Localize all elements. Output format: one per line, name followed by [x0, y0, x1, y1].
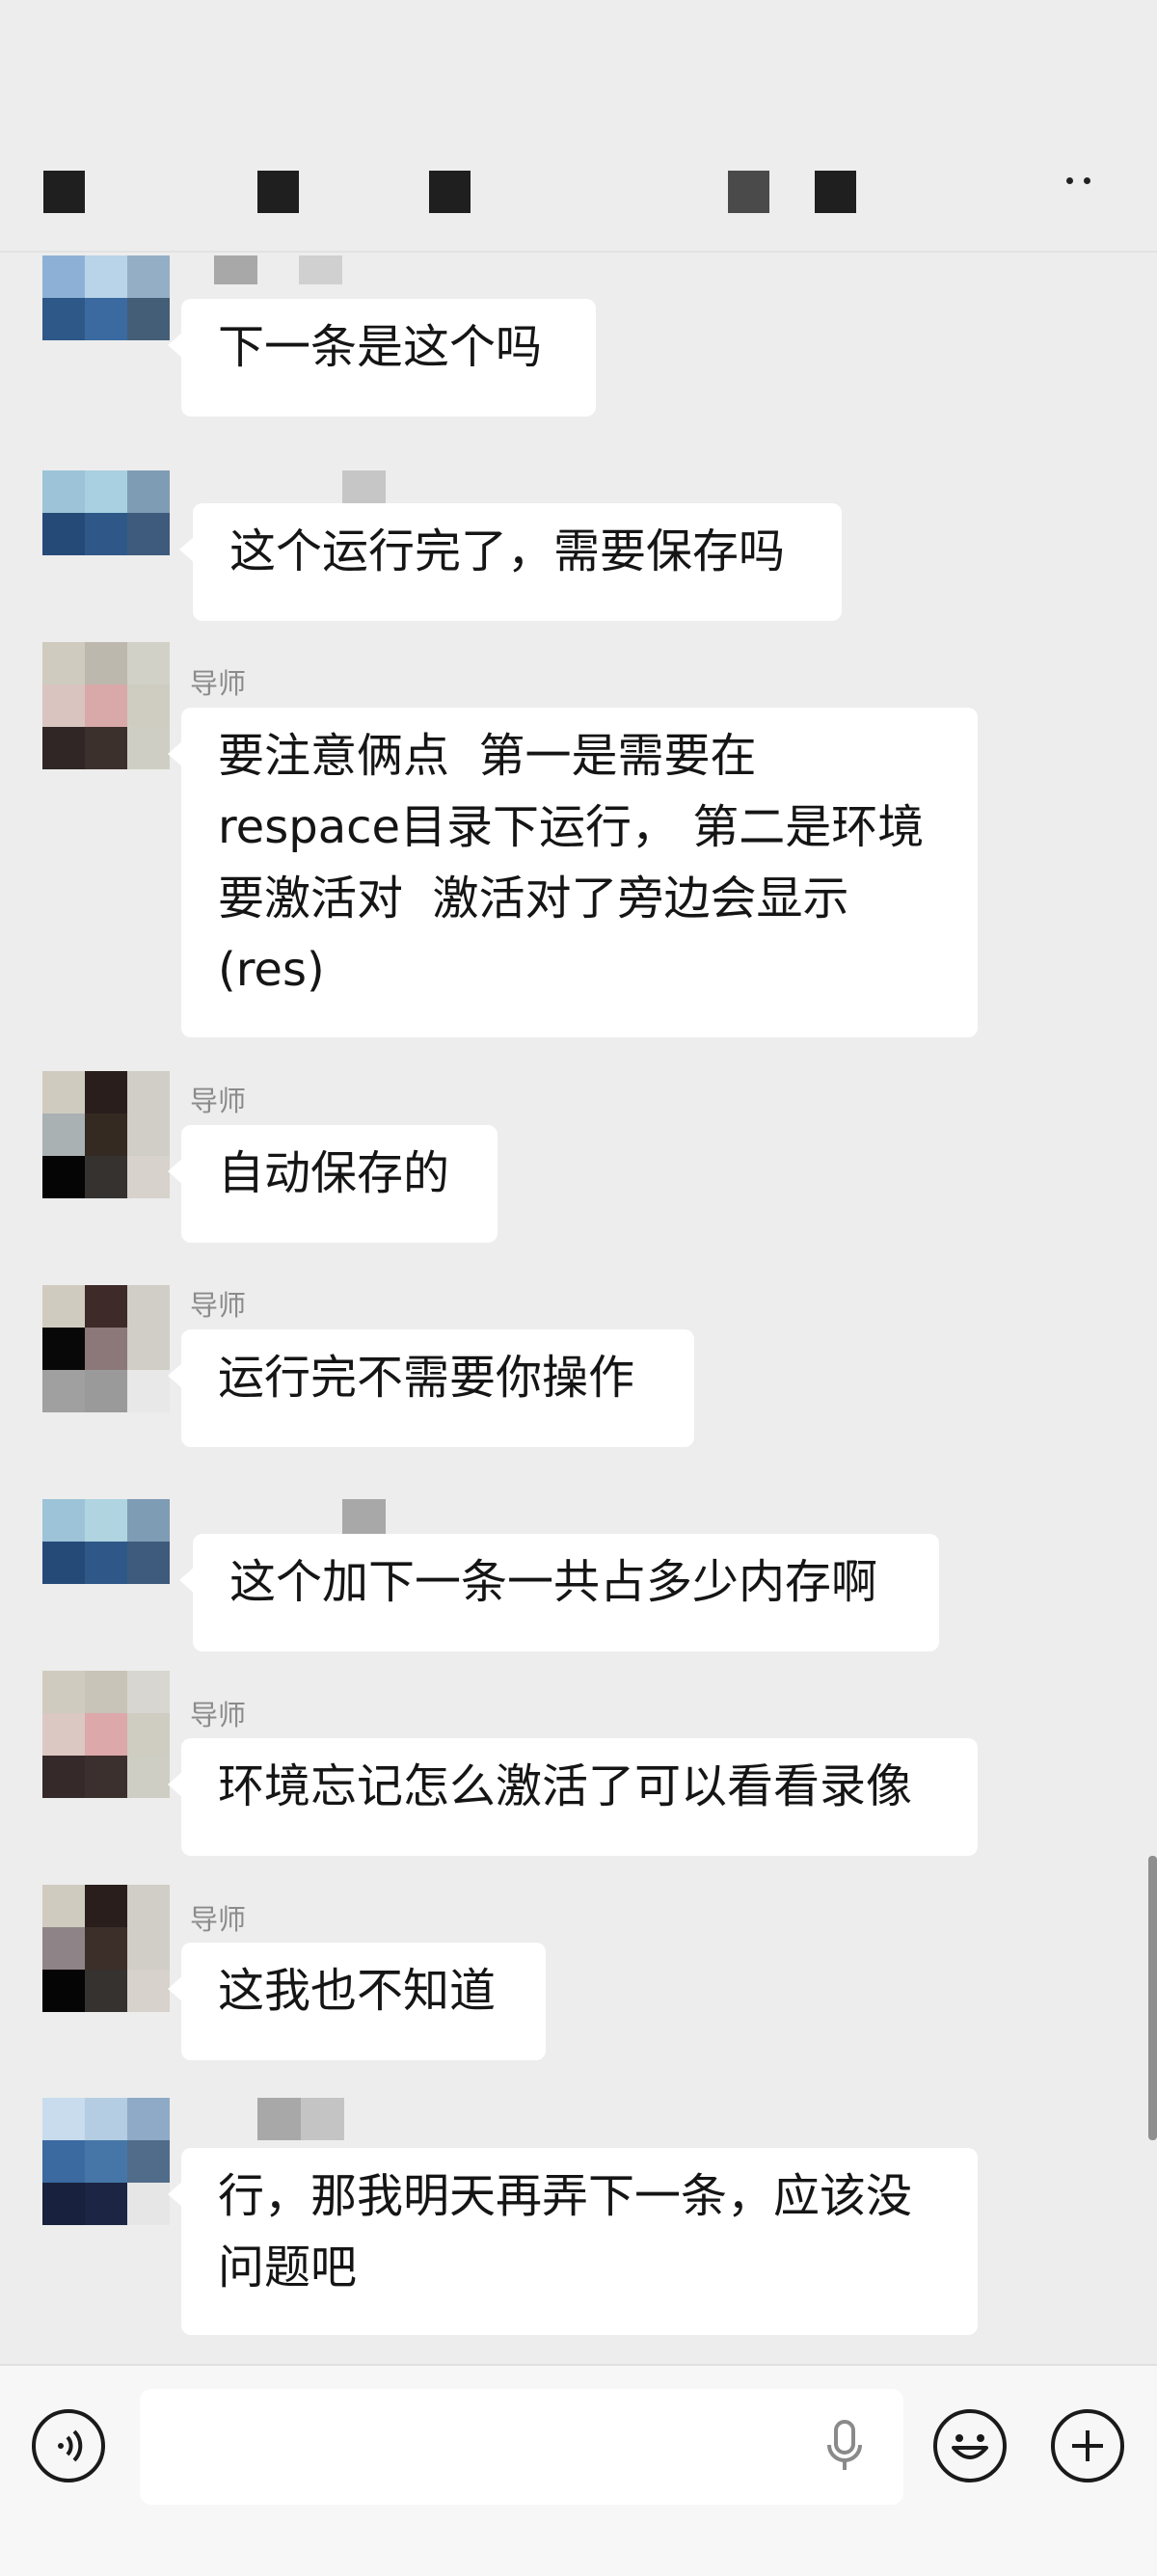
title-mask: [815, 171, 856, 213]
message-bubble[interactable]: 行，那我明天再弄下一条，应该没 问题吧: [168, 2148, 978, 2335]
title-mask: [43, 171, 85, 213]
message-bubble[interactable]: 这个运行完了，需要保存吗: [179, 503, 842, 621]
more-dots-icon[interactable]: [1063, 172, 1101, 191]
name-mask: [214, 255, 257, 284]
avatar[interactable]: [42, 2098, 172, 2227]
name-mask: [257, 2098, 301, 2140]
avatar[interactable]: [42, 470, 172, 557]
message-bubble[interactable]: 下一条是这个吗: [168, 299, 596, 416]
message-bubble[interactable]: 这我也不知道: [168, 1943, 546, 2060]
message-bubble[interactable]: 运行完不需要你操作: [168, 1329, 694, 1447]
avatar[interactable]: [42, 255, 172, 342]
message-bubble[interactable]: 环境忘记怎么激活了可以看看录像: [168, 1738, 978, 1856]
avatar[interactable]: [42, 1285, 172, 1414]
avatar[interactable]: [42, 1071, 172, 1200]
message-input[interactable]: [140, 2389, 903, 2505]
avatar[interactable]: [42, 1671, 172, 1800]
title-mask: [728, 171, 769, 213]
sender-name: 导师: [190, 667, 247, 700]
microphone-icon[interactable]: [825, 2418, 864, 2476]
plus-icon[interactable]: [1051, 2409, 1124, 2482]
name-mask: [299, 255, 342, 284]
avatar[interactable]: [42, 1885, 172, 2014]
name-mask: [301, 2098, 344, 2140]
message-bubble[interactable]: 自动保存的: [168, 1125, 498, 1243]
message-bubble[interactable]: 要注意俩点 第一是需要在 respace目录下运行， 第二是环境 要激活对 激活…: [168, 708, 978, 1037]
title-mask: [429, 171, 471, 213]
voice-mode-icon[interactable]: [32, 2409, 105, 2482]
message-bubble[interactable]: 这个加下一条一共占多少内存啊: [179, 1534, 939, 1651]
avatar[interactable]: [42, 642, 172, 771]
scrollbar[interactable]: [1148, 1856, 1157, 2140]
status-area: [0, 0, 1157, 145]
title-mask: [257, 171, 299, 213]
avatar[interactable]: [42, 1499, 172, 1586]
sender-name: 导师: [190, 1903, 247, 1936]
sender-name: 导师: [190, 1699, 247, 1731]
sender-name: 导师: [190, 1085, 247, 1117]
chat-header: [0, 145, 1157, 253]
sender-name: 导师: [190, 1289, 247, 1322]
emoji-icon[interactable]: [933, 2409, 1007, 2482]
